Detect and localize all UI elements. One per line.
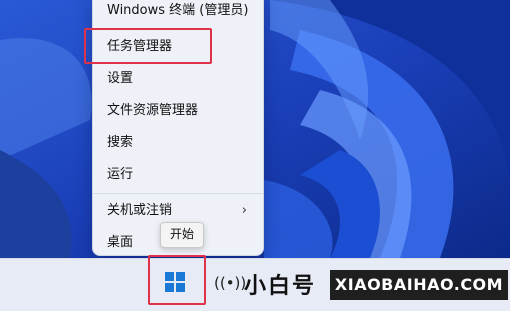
menu-item-label: 文件资源管理器 <box>107 103 199 118</box>
task-manager-highlight-box <box>84 28 212 64</box>
menu-item-file-explorer[interactable]: 文件资源管理器 <box>99 97 257 125</box>
watermark-chinese: 小白号 <box>244 274 317 299</box>
menu-separator <box>93 193 263 194</box>
windows-logo-icon <box>165 272 185 292</box>
menu-item-label: 搜索 <box>107 135 134 150</box>
chevron-right-icon: › <box>241 203 247 218</box>
menu-item-label: 设置 <box>107 71 134 86</box>
menu-item-shutdown-signout[interactable]: 关机或注销 › <box>99 197 257 225</box>
watermark-domain: XIAOBAIHAO.COM <box>330 270 508 300</box>
menu-item-settings[interactable]: 设置 <box>99 65 257 93</box>
menu-item-label: 桌面 <box>107 235 134 250</box>
start-tooltip: 开始 <box>160 222 204 248</box>
menu-item-run[interactable]: 运行 <box>99 161 257 189</box>
menu-item-windows-terminal-admin[interactable]: Windows 终端 (管理员) <box>99 0 257 25</box>
menu-item-search[interactable]: 搜索 <box>99 129 257 157</box>
menu-item-label: 关机或注销 <box>107 203 173 218</box>
menu-item-label: Windows 终端 (管理员) <box>107 3 249 18</box>
radio-waves-icon: ((•)) <box>214 274 247 292</box>
menu-item-label: 运行 <box>107 167 134 182</box>
